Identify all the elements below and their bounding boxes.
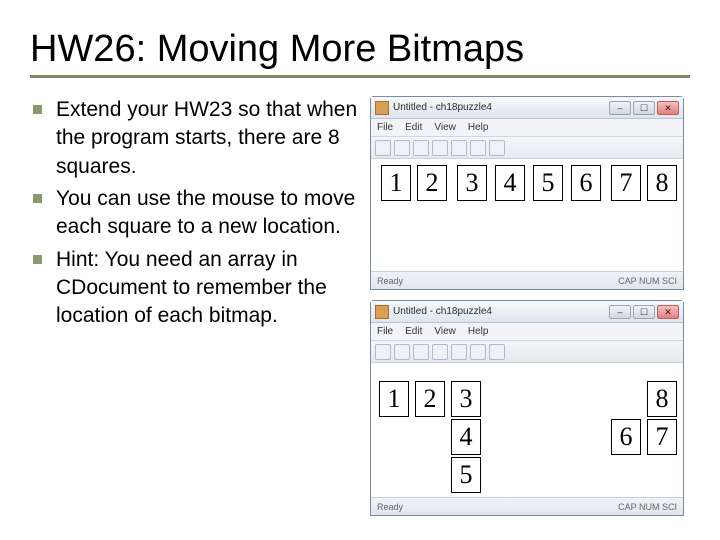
toolbar-button[interactable] <box>489 344 505 360</box>
toolbar-button[interactable] <box>470 344 486 360</box>
status-bar: Ready CAP NUM SCI <box>371 271 683 289</box>
bitmap-tile[interactable]: 3 <box>457 165 487 201</box>
bitmap-tile[interactable]: 1 <box>381 165 411 201</box>
window-title-text: Untitled - ch18puzzle4 <box>393 306 492 317</box>
toolbar-button[interactable] <box>413 344 429 360</box>
menu-bar: File Edit View Help <box>371 323 683 341</box>
bullet-list: Extend your HW23 so that when the progra… <box>30 96 360 516</box>
app-icon <box>375 305 389 319</box>
menu-bar: File Edit View Help <box>371 119 683 137</box>
figure-column: Untitled - ch18puzzle4 – ☐ ✕ File Edit V… <box>370 96 690 516</box>
app-window-initial: Untitled - ch18puzzle4 – ☐ ✕ File Edit V… <box>370 96 684 290</box>
status-right: CAP NUM SCI <box>618 276 677 286</box>
close-button[interactable]: ✕ <box>657 101 679 115</box>
close-button[interactable]: ✕ <box>657 305 679 319</box>
menu-view[interactable]: View <box>434 122 456 133</box>
toolbar-button[interactable] <box>394 140 410 156</box>
maximize-button[interactable]: ☐ <box>633 101 655 115</box>
status-left: Ready <box>377 276 403 286</box>
bullet-item: Hint: You need an array in CDocument to … <box>30 246 360 331</box>
app-icon <box>375 101 389 115</box>
toolbar-button[interactable] <box>470 140 486 156</box>
bullet-item: Extend your HW23 so that when the progra… <box>30 96 360 181</box>
window-titlebar: Untitled - ch18puzzle4 – ☐ ✕ <box>371 301 683 323</box>
toolbar-button[interactable] <box>432 344 448 360</box>
toolbar-button[interactable] <box>375 344 391 360</box>
bitmap-tile[interactable]: 1 <box>379 381 409 417</box>
bitmap-tile[interactable]: 2 <box>417 165 447 201</box>
bitmap-tile[interactable]: 2 <box>415 381 445 417</box>
bitmap-tile[interactable]: 7 <box>611 165 641 201</box>
bullet-item: You can use the mouse to move each squar… <box>30 185 360 242</box>
bitmap-tile[interactable]: 5 <box>451 457 481 493</box>
toolbar-button[interactable] <box>451 140 467 156</box>
minimize-button[interactable]: – <box>609 305 631 319</box>
window-titlebar: Untitled - ch18puzzle4 – ☐ ✕ <box>371 97 683 119</box>
bitmap-tile[interactable]: 8 <box>647 165 677 201</box>
client-area[interactable]: 12345678 <box>371 159 683 271</box>
menu-edit[interactable]: Edit <box>405 326 422 337</box>
toolbar-button[interactable] <box>413 140 429 156</box>
bitmap-tile[interactable]: 3 <box>451 381 481 417</box>
minimize-button[interactable]: – <box>609 101 631 115</box>
menu-help[interactable]: Help <box>468 122 489 133</box>
bitmap-tile[interactable]: 4 <box>451 419 481 455</box>
status-left: Ready <box>377 502 403 512</box>
bitmap-tile[interactable]: 8 <box>647 381 677 417</box>
toolbar-button[interactable] <box>394 344 410 360</box>
maximize-button[interactable]: ☐ <box>633 305 655 319</box>
bitmap-tile[interactable]: 5 <box>533 165 563 201</box>
menu-file[interactable]: File <box>377 326 393 337</box>
status-bar: Ready CAP NUM SCI <box>371 497 683 515</box>
status-right: CAP NUM SCI <box>618 502 677 512</box>
toolbar-button[interactable] <box>489 140 505 156</box>
client-area[interactable]: 12345 867 <box>371 363 683 497</box>
app-window-moved: Untitled - ch18puzzle4 – ☐ ✕ File Edit V… <box>370 300 684 516</box>
menu-help[interactable]: Help <box>468 326 489 337</box>
bitmap-tile[interactable]: 6 <box>571 165 601 201</box>
menu-view[interactable]: View <box>434 326 456 337</box>
slide-title: HW26: Moving More Bitmaps <box>30 28 690 78</box>
toolbar-button[interactable] <box>451 344 467 360</box>
toolbar <box>371 137 683 159</box>
bitmap-tile[interactable]: 6 <box>611 419 641 455</box>
toolbar-button[interactable] <box>432 140 448 156</box>
toolbar <box>371 341 683 363</box>
toolbar-button[interactable] <box>375 140 391 156</box>
bitmap-tile[interactable]: 7 <box>647 419 677 455</box>
window-title-text: Untitled - ch18puzzle4 <box>393 102 492 113</box>
bitmap-tile[interactable]: 4 <box>495 165 525 201</box>
menu-file[interactable]: File <box>377 122 393 133</box>
menu-edit[interactable]: Edit <box>405 122 422 133</box>
